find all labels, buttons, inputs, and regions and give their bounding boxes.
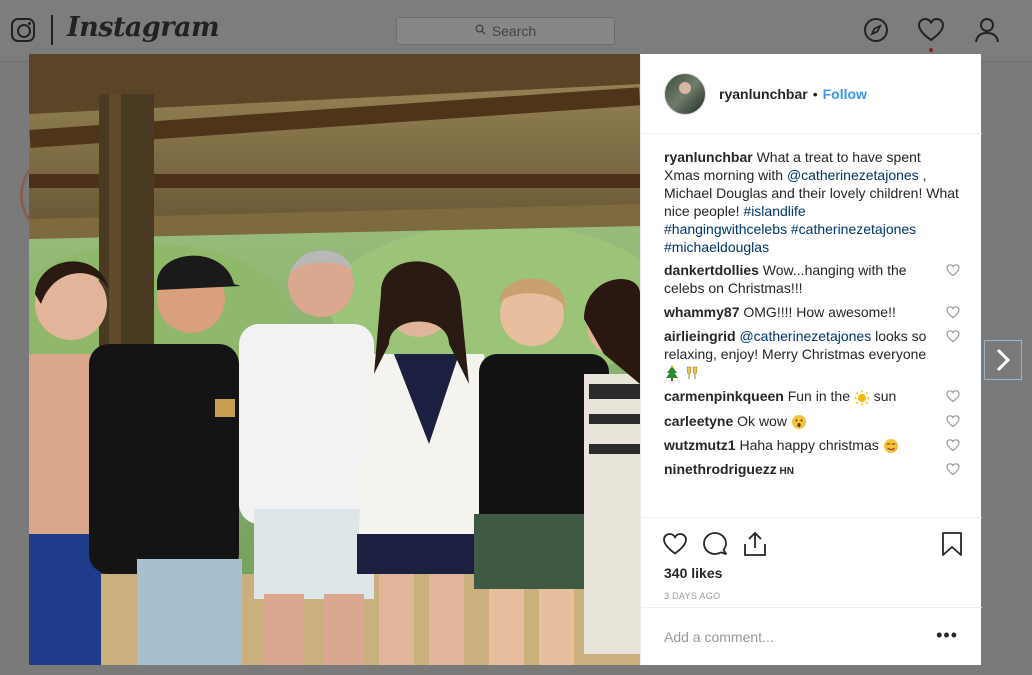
top-nav: Instagram Search bbox=[0, 0, 1032, 62]
comments-list: ryanlunchbar What a treat to have spent … bbox=[664, 148, 960, 487]
comment-username[interactable]: whammy87 bbox=[664, 304, 739, 320]
christmas-tree-emoji-icon bbox=[666, 365, 678, 382]
comment-text: Haha happy christmas bbox=[735, 436, 883, 453]
instagram-camera-icon[interactable] bbox=[11, 18, 35, 42]
post-date: 3 DAYS AGO bbox=[664, 591, 721, 601]
post-header: ryanlunchbar • Follow bbox=[641, 54, 982, 134]
nav-divider bbox=[51, 15, 53, 45]
header-separator: • bbox=[812, 85, 818, 102]
comment-bubble-icon[interactable] bbox=[701, 530, 729, 558]
comment-username[interactable]: carleetyne bbox=[664, 413, 733, 429]
next-post-arrow-icon[interactable] bbox=[984, 340, 1022, 380]
post-modal: ryanlunchbar • Follow ryanlunchbar What … bbox=[29, 54, 982, 665]
comment-mention[interactable]: @catherinezetajones bbox=[739, 328, 871, 344]
instagram-wordmark[interactable]: Instagram bbox=[67, 12, 220, 43]
profile-person-icon[interactable] bbox=[973, 16, 1001, 44]
more-options-icon[interactable]: ••• bbox=[936, 626, 958, 644]
comment-item: whammy87 OMG!!!! How awesome!! bbox=[664, 303, 960, 321]
post-caption: ryanlunchbar What a treat to have spent … bbox=[664, 148, 960, 256]
avatar[interactable] bbox=[664, 72, 706, 115]
comment-text: Ok wow bbox=[733, 412, 791, 429]
surprised-face-emoji-icon bbox=[791, 414, 806, 429]
activity-heart-icon[interactable] bbox=[917, 16, 945, 44]
post-username[interactable]: ryanlunchbar bbox=[719, 86, 808, 102]
group-photo-illustration bbox=[29, 54, 640, 665]
search-placeholder: Search bbox=[491, 23, 537, 39]
add-comment-field[interactable]: Add a comment... ••• bbox=[641, 607, 982, 665]
post-photo[interactable] bbox=[29, 54, 640, 665]
comment-like-heart-icon[interactable] bbox=[946, 389, 960, 403]
comment-item: carleetyne Ok wow bbox=[664, 412, 960, 430]
hashtag-islandlife[interactable]: #islandlife bbox=[743, 203, 805, 219]
caption-username[interactable]: ryanlunchbar bbox=[664, 149, 753, 165]
caption-mention[interactable]: @catherinezetajones bbox=[787, 167, 919, 183]
activity-dot bbox=[929, 48, 933, 52]
search-icon bbox=[475, 24, 486, 38]
comment-item: airlieingrid @catherinezetajones looks s… bbox=[664, 327, 960, 382]
comment-item: wutzmutz1 Haha happy christmas bbox=[664, 436, 960, 454]
hashtag-michaeldouglas[interactable]: #michaeldouglas bbox=[664, 239, 769, 255]
post-side-panel: ryanlunchbar • Follow ryanlunchbar What … bbox=[640, 54, 982, 665]
comment-text: OMG!!!! How awesome!! bbox=[739, 304, 896, 320]
like-heart-icon[interactable] bbox=[661, 530, 689, 558]
hashtag-catherinezetajones[interactable]: #catherinezetajones bbox=[791, 221, 916, 237]
comment-like-heart-icon[interactable] bbox=[946, 329, 960, 343]
comment-like-heart-icon[interactable] bbox=[946, 414, 960, 428]
comment-username[interactable]: dankertdollies bbox=[664, 262, 759, 278]
champagne-glasses-emoji-icon bbox=[686, 367, 698, 380]
yum-face-emoji-icon bbox=[883, 439, 898, 454]
comment-like-heart-icon[interactable] bbox=[946, 438, 960, 452]
comment-item: dankertdollies Wow...hanging with the ce… bbox=[664, 261, 960, 297]
comment-item: carmenpinkqueen Fun in the sun bbox=[664, 387, 960, 406]
comment-like-heart-icon[interactable] bbox=[946, 462, 960, 476]
comment-item: ninethrodriguezz HN bbox=[664, 460, 960, 481]
likes-count[interactable]: 340 likes bbox=[664, 565, 722, 581]
comment-username[interactable]: carmenpinkqueen bbox=[664, 388, 784, 404]
add-comment-placeholder: Add a comment... bbox=[664, 628, 774, 645]
action-buttons-row bbox=[661, 530, 966, 560]
comment-text: HN bbox=[776, 466, 795, 478]
comment-text: Fun in the bbox=[783, 388, 854, 405]
hashtag-hangingwithcelebs[interactable]: #hangingwithcelebs bbox=[664, 221, 787, 237]
search-input[interactable]: Search bbox=[396, 17, 615, 45]
explore-compass-icon[interactable] bbox=[862, 16, 890, 44]
comment-like-heart-icon[interactable] bbox=[946, 305, 960, 319]
follow-button[interactable]: Follow bbox=[823, 86, 867, 102]
comment-like-heart-icon[interactable] bbox=[946, 263, 960, 277]
comment-username[interactable]: ninethrodriguezz bbox=[664, 461, 777, 477]
share-upload-icon[interactable] bbox=[741, 530, 769, 558]
sun-emoji-icon bbox=[854, 390, 870, 406]
comment-username[interactable]: airlieingrid bbox=[664, 328, 736, 344]
post-actions: 340 likes 3 DAYS AGO bbox=[641, 517, 982, 601]
comment-username[interactable]: wutzmutz1 bbox=[664, 437, 736, 453]
save-bookmark-icon[interactable] bbox=[938, 530, 966, 558]
comment-text-2: sun bbox=[869, 388, 897, 405]
